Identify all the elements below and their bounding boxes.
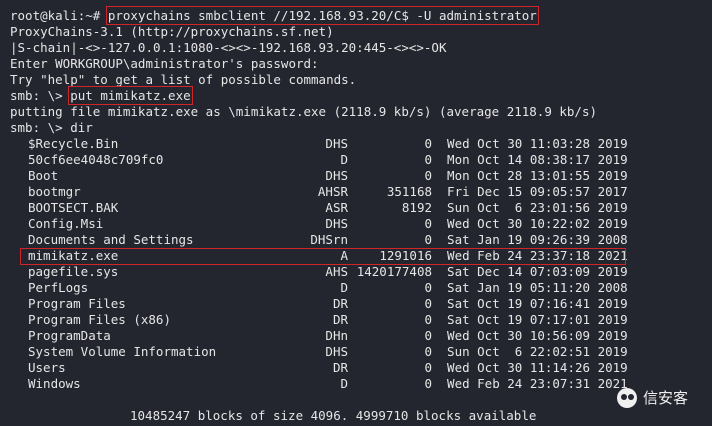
- terminal-window[interactable]: root@kali:~# proxychains smbclient //192…: [0, 0, 712, 426]
- file-name: Program Files: [28, 296, 126, 311]
- table-row: ProgramData DHn 0 Wed Oct 30 10:56:09 2019: [10, 328, 712, 344]
- table-row: mimikatz.exe A 1291016 Wed Feb 24 23:37:18…: [10, 248, 712, 265]
- file-size: 0: [424, 216, 432, 231]
- table-row: bootmgr AHSR 351168 Fri Dec 15 09:05:57 20…: [10, 184, 712, 200]
- file-date: Sun Oct 6 22:02:51 2019: [432, 344, 628, 359]
- file-attributes: D: [340, 280, 348, 295]
- file-date: Sat Oct 19 07:16:41 2019: [432, 296, 628, 311]
- file-size: 0: [424, 344, 432, 359]
- file-date: Sat Dec 14 07:03:09 2019: [432, 264, 628, 279]
- file-name: Documents and Settings: [28, 232, 194, 247]
- file-size: 1291016: [379, 248, 432, 263]
- file-size: 0: [424, 376, 432, 391]
- table-row: Program Files (x86) DR 0 Sat Oct 19 07:17:…: [10, 312, 712, 328]
- file-size: 1420177408: [356, 264, 432, 279]
- file-attributes: AHSR: [317, 184, 348, 199]
- table-row: BOOTSECT.BAK ASR 8192 Sun Oct 6 23:01:56 2…: [10, 200, 712, 216]
- file-date: Sat Jan 19 09:26:39 2008: [432, 232, 628, 247]
- watermark: 信安客: [616, 387, 688, 408]
- file-name: Boot: [28, 168, 59, 183]
- file-attributes: DR: [332, 360, 348, 375]
- prompt-line: root@kali:~# proxychains smbclient //192…: [10, 6, 712, 25]
- file-date: Wed Oct 30 11:03:28 2019: [432, 136, 628, 151]
- table-row: System Volume Information DHS 0 Sun Oct 6 …: [10, 344, 712, 360]
- file-attributes: AHS: [325, 264, 348, 279]
- table-row: $Recycle.Bin DHS 0 Wed Oct 30 11:03:28 201…: [10, 136, 712, 152]
- file-name: pagefile.sys: [28, 264, 119, 279]
- file-date: Wed Feb 24 23:37:18 2021: [432, 248, 628, 263]
- smb-prompt: smb: \>: [10, 88, 63, 103]
- smb-prompt-line: smb: \> put mimikatz.exe: [10, 86, 712, 105]
- wechat-icon: [616, 387, 637, 408]
- file-size: 0: [424, 232, 432, 247]
- file-attributes: D: [340, 152, 348, 167]
- table-row: PerfLogs D 0 Sat Jan 19 05:11:20 2008: [10, 280, 712, 296]
- file-size: 0: [424, 296, 432, 311]
- file-date: Sun Oct 6 23:01:56 2019: [432, 200, 628, 215]
- dir-command-line: smb: \> dir: [10, 120, 93, 135]
- file-name: Users: [28, 360, 66, 375]
- file-date: Mon Oct 28 13:01:55 2019: [432, 168, 628, 183]
- file-size: 0: [424, 152, 432, 167]
- file-attributes: DHn: [325, 328, 348, 343]
- file-size: 0: [424, 360, 432, 375]
- table-row: pagefile.sys AHS 1420177408 Sat Dec 14 07:…: [10, 264, 712, 280]
- file-attributes: ASR: [325, 200, 348, 215]
- file-attributes: DHS: [325, 344, 348, 359]
- file-date: Fri Dec 15 09:05:57 2017: [432, 184, 628, 199]
- shell-prompt: root@kali:~#: [10, 8, 101, 23]
- table-row: Program Files DR 0 Sat Oct 19 07:16:41 201…: [10, 296, 712, 312]
- file-name: mimikatz.exe: [28, 248, 119, 263]
- file-size: 0: [424, 328, 432, 343]
- file-name: Program Files (x86): [28, 312, 171, 327]
- put-command: put mimikatz.exe: [68, 86, 193, 105]
- table-row: Config.Msi DHS 0 Wed Oct 30 10:22:02 2019: [10, 216, 712, 232]
- file-name: ProgramData: [28, 328, 111, 343]
- output-line: |S-chain|-<>-127.0.0.1:1080-<><>-192.168…: [10, 40, 447, 55]
- file-date: Wed Oct 30 10:56:09 2019: [432, 328, 628, 343]
- file-size: 8192: [401, 200, 432, 215]
- file-name: $Recycle.Bin: [28, 136, 119, 151]
- table-row: 50cf6ee4048c709fc0 D 0 Mon Oct 14 08:38:17…: [10, 152, 712, 168]
- file-date: Wed Oct 30 10:22:02 2019: [432, 216, 628, 231]
- file-attributes: DHS: [325, 136, 348, 151]
- file-attributes: DR: [332, 312, 348, 327]
- file-name: Windows: [28, 376, 81, 391]
- output-line: putting file mimikatz.exe as \mimikatz.e…: [10, 104, 597, 119]
- file-size: 0: [424, 280, 432, 295]
- file-size: 0: [424, 312, 432, 327]
- output-line: ProxyChains-3.1 (http://proxychains.sf.n…: [10, 24, 334, 39]
- file-name: System Volume Information: [28, 344, 217, 359]
- file-date: Sat Oct 19 07:17:01 2019: [432, 312, 628, 327]
- table-row: Users DR 0 Wed Oct 30 11:14:26 2019: [10, 360, 712, 376]
- file-attributes: D: [340, 376, 348, 391]
- file-size: 0: [424, 136, 432, 151]
- command-text: proxychains smbclient //192.168.93.20/C$…: [105, 6, 539, 25]
- output-line: Try "help" to get a list of possible com…: [10, 72, 357, 87]
- file-size: 351168: [386, 184, 432, 199]
- file-date: Wed Oct 30 11:14:26 2019: [432, 360, 628, 375]
- file-attributes: DHSrn: [310, 232, 348, 247]
- output-line: Enter WORKGROUP\administrator's password…: [10, 56, 319, 71]
- file-name: Config.Msi: [28, 216, 104, 231]
- file-date: Mon Oct 14 08:38:17 2019: [432, 152, 628, 167]
- file-name: PerfLogs: [28, 280, 89, 295]
- watermark-text: 信安客: [642, 389, 688, 407]
- file-attributes: DHS: [325, 168, 348, 183]
- file-name: BOOTSECT.BAK: [28, 200, 119, 215]
- dir-listing: $Recycle.Bin DHS 0 Wed Oct 30 11:03:28 201…: [10, 136, 712, 392]
- table-row: Boot DHS 0 Mon Oct 28 13:01:55 2019: [10, 168, 712, 184]
- table-row: Documents and Settings DHSrn 0 Sat Jan 19 …: [10, 232, 712, 248]
- table-row: Windows D 0 Wed Feb 24 23:07:31 2021: [10, 376, 712, 392]
- file-name: 50cf6ee4048c709fc0: [28, 152, 164, 167]
- file-name: bootmgr: [28, 184, 81, 199]
- file-date: Sat Jan 19 05:11:20 2008: [432, 280, 628, 295]
- file-date: Wed Feb 24 23:07:31 2021: [432, 376, 628, 391]
- file-attributes: DR: [332, 296, 348, 311]
- blocks-summary: 10485247 blocks of size 4096. 4999710 bl…: [130, 408, 537, 423]
- file-size: 0: [424, 168, 432, 183]
- file-attributes: A: [340, 248, 348, 263]
- file-attributes: DHS: [325, 216, 348, 231]
